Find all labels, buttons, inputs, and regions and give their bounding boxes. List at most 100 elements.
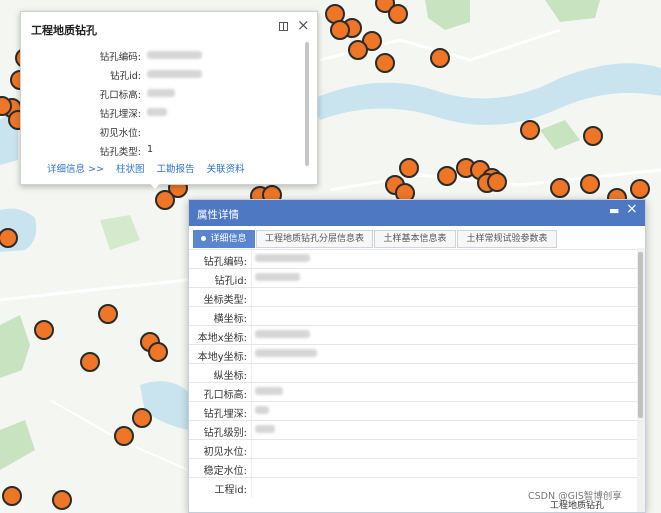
cell-divider (251, 459, 252, 478)
redacted-value (255, 349, 317, 357)
column-chart-link[interactable]: 柱状图 (116, 164, 145, 175)
redacted-value (255, 425, 275, 433)
attribute-label: 工程id: (214, 485, 248, 496)
popup-row: 钻孔编码: (21, 47, 311, 63)
attribute-row: 钻孔编码: (189, 249, 637, 269)
borehole-marker[interactable] (0, 228, 18, 248)
attribute-row: 本地x坐标: (189, 325, 637, 345)
borehole-marker[interactable] (487, 172, 507, 192)
panel-scrollbar-thumb[interactable] (638, 252, 643, 418)
borehole-marker[interactable] (98, 304, 118, 324)
close-icon[interactable]: × (297, 16, 310, 34)
borehole-marker[interactable] (34, 320, 54, 340)
cell-divider (251, 383, 252, 402)
attribute-row: 钻孔id: (189, 268, 637, 288)
attribute-label: 纵坐标: (213, 371, 247, 382)
borehole-marker[interactable] (399, 158, 419, 178)
popup-pointer (148, 181, 162, 189)
borehole-marker[interactable] (348, 40, 368, 60)
cell-divider (251, 402, 252, 421)
attribute-row: 本地y坐标: (189, 344, 637, 364)
attribute-value (255, 253, 310, 264)
tab-soil-test-params[interactable]: 土样常规试验参数表 (457, 230, 557, 248)
attribute-panel: 属性详情 ▬ × 详细信息 工程地质钻孔分层信息表 土样基本信息表 土样常规试验… (188, 199, 646, 513)
popup-field-value (147, 87, 175, 98)
attribute-value (255, 424, 275, 435)
popup-row: 钻孔埋深: (21, 104, 311, 120)
popup-field-label: 钻孔类型: (99, 147, 141, 158)
redacted-value (147, 69, 202, 78)
popup-scrollbar[interactable] (305, 42, 309, 166)
borehole-marker[interactable] (520, 120, 540, 140)
popup-field-value: 1 (147, 144, 154, 155)
popup-row: 初见水位: (21, 123, 311, 139)
tab-details[interactable]: 详细信息 (193, 230, 255, 248)
popup-links: 详细信息 >> 柱状图 工勘报告 关联资料 (47, 161, 254, 175)
borehole-marker[interactable] (580, 174, 600, 194)
details-link[interactable]: 详细信息 >> (47, 164, 104, 175)
popup-title: 工程地质钻孔 (31, 24, 97, 37)
attribute-label: 钻孔编码: (203, 257, 247, 268)
watermark: CSDN @GIS智博创享 (528, 491, 622, 502)
attribute-row: 稳定水位: (189, 458, 637, 478)
popup-field-label: 钻孔埋深: (99, 109, 141, 120)
popup-field-value (147, 49, 202, 60)
cell-divider (251, 478, 252, 497)
attribute-label: 孔口标高: (203, 390, 247, 401)
cell-divider (251, 288, 252, 307)
cell-divider (251, 345, 252, 364)
borehole-marker[interactable] (583, 126, 603, 146)
redacted-value (255, 254, 310, 262)
borehole-marker[interactable] (330, 20, 350, 40)
borehole-marker[interactable] (550, 178, 570, 198)
maximize-icon[interactable] (279, 22, 288, 31)
borehole-marker[interactable] (80, 352, 100, 372)
attribute-row: 横坐标: (189, 306, 637, 326)
borehole-marker[interactable] (148, 342, 168, 362)
attribute-label: 钻孔id: (214, 276, 248, 287)
cell-divider (251, 307, 252, 326)
attribute-row: 纵坐标: (189, 363, 637, 383)
borehole-marker[interactable] (630, 179, 650, 199)
attribute-label: 坐标类型: (203, 295, 247, 306)
tab-soil-sample-info[interactable]: 土样基本信息表 (374, 230, 456, 248)
popup-field-label: 钻孔id: (110, 71, 141, 82)
close-icon[interactable]: × (626, 201, 638, 217)
redacted-value (255, 330, 310, 338)
popup-field-label: 初见水位: (99, 128, 141, 139)
redacted-value (147, 107, 167, 116)
attribute-label: 稳定水位: (203, 466, 247, 477)
attribute-value (255, 329, 310, 340)
attribute-value (255, 348, 317, 359)
tab-layer-info[interactable]: 工程地质钻孔分层信息表 (256, 230, 373, 248)
borehole-marker[interactable] (114, 426, 134, 446)
borehole-marker[interactable] (52, 490, 72, 510)
cell-divider (251, 269, 252, 288)
attribute-label: 横坐标: (213, 314, 247, 325)
borehole-marker[interactable] (132, 408, 152, 428)
cell-divider (251, 250, 252, 269)
borehole-popup: 工程地质钻孔 × 钻孔编码: 钻孔id: 孔口标高: 钻孔埋深: 初见水位: 钻孔类型: 1… (20, 11, 318, 185)
redacted-value (255, 387, 283, 395)
attribute-label: 本地y坐标: (197, 352, 247, 363)
borehole-marker[interactable] (375, 53, 395, 73)
survey-report-link[interactable]: 工勘报告 (157, 164, 195, 175)
borehole-marker[interactable] (437, 166, 457, 186)
borehole-marker[interactable] (388, 4, 408, 24)
attribute-label: 本地x坐标: (197, 333, 247, 344)
attribute-label: 钻孔级别: (203, 428, 247, 439)
popup-row: 钻孔id: (21, 66, 311, 82)
borehole-marker[interactable] (0, 96, 12, 116)
minimize-icon[interactable]: ▬ (609, 204, 619, 217)
attribute-row: 孔口标高: (189, 382, 637, 402)
borehole-marker[interactable] (430, 48, 450, 68)
attribute-row: 初见水位: (189, 439, 637, 459)
related-data-link[interactable]: 关联资料 (207, 164, 245, 175)
popup-row: 钻孔类型: 1 (21, 142, 311, 158)
popup-field-label: 钻孔编码: (99, 52, 141, 63)
popup-field-value (147, 68, 202, 79)
attribute-row: 钻孔级别: (189, 420, 637, 440)
popup-field-value (147, 106, 167, 117)
borehole-marker[interactable] (155, 190, 175, 210)
borehole-marker[interactable] (2, 486, 22, 506)
